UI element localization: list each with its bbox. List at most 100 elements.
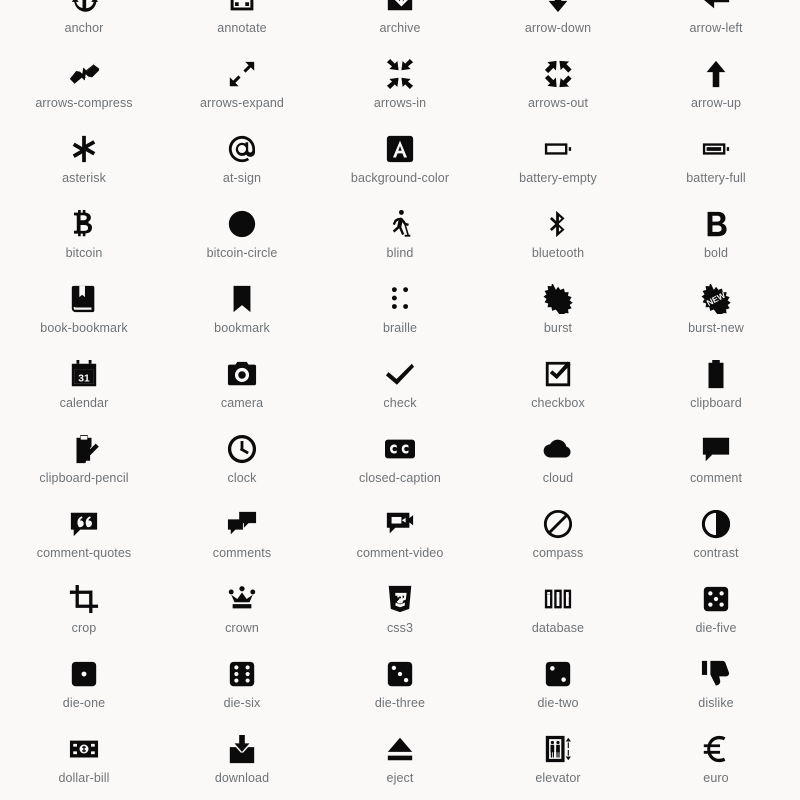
check-icon[interactable] [380,356,420,392]
icon-cell[interactable]: bookmark [163,273,321,348]
icon-cell[interactable]: download [163,723,321,798]
icon-cell[interactable]: 31 calendar [5,348,163,423]
arrows-expand-icon[interactable] [222,56,262,92]
icon-cell[interactable]: die-three [321,648,479,723]
arrow-left-icon[interactable] [696,0,736,17]
comments-icon[interactable] [222,506,262,542]
icon-cell[interactable]: bitcoin [5,198,163,273]
icon-cell[interactable]: battery-empty [479,123,637,198]
icon-cell[interactable]: clipboard-pencil [5,423,163,498]
battery-full-icon[interactable] [696,131,736,167]
icon-cell[interactable]: clipboard [637,348,795,423]
annotate-icon[interactable] [222,0,262,17]
blind-icon[interactable] [380,206,420,242]
battery-empty-icon[interactable] [538,131,578,167]
icon-cell[interactable]: die-six [163,648,321,723]
comment-video-icon[interactable] [380,506,420,542]
icon-cell[interactable]: comments [163,498,321,573]
icon-cell[interactable]: at-sign [163,123,321,198]
icon-cell[interactable]: braille [321,273,479,348]
icon-cell[interactable]: comment-quotes [5,498,163,573]
bitcoin-circle-icon[interactable] [222,206,262,242]
background-color-icon[interactable] [380,131,420,167]
icon-cell[interactable]: database [479,573,637,648]
icon-cell[interactable]: 3 css3 [321,573,479,648]
icon-cell[interactable]: arrow-up [637,48,795,123]
die-five-icon[interactable] [696,581,736,617]
cloud-icon[interactable] [538,431,578,467]
icon-cell[interactable]: closed-caption [321,423,479,498]
die-three-icon[interactable] [380,656,420,692]
icon-cell[interactable]: comment-video [321,498,479,573]
elevator-icon[interactable] [538,731,578,767]
icon-cell[interactable]: book-bookmark [5,273,163,348]
icon-cell[interactable]: die-one [5,648,163,723]
icon-cell[interactable]: eject [321,723,479,798]
arrow-up-icon[interactable] [696,56,736,92]
icon-cell[interactable]: camera [163,348,321,423]
icon-cell[interactable]: battery-full [637,123,795,198]
icon-cell[interactable]: die-two [479,648,637,723]
crop-icon[interactable] [64,581,104,617]
icon-cell[interactable]: NEW burst-new [637,273,795,348]
burst-icon[interactable] [538,281,578,317]
comment-icon[interactable] [696,431,736,467]
icon-cell[interactable]: bluetooth [479,198,637,273]
icon-cell[interactable]: arrow-left [637,0,795,48]
anchor-icon[interactable] [64,0,104,17]
icon-cell[interactable]: euro [637,723,795,798]
die-six-icon[interactable] [222,656,262,692]
bookmark-icon[interactable] [222,281,262,317]
icon-cell[interactable]: annotate [163,0,321,48]
arrows-in-icon[interactable] [380,56,420,92]
bold-icon[interactable] [696,206,736,242]
icon-cell[interactable]: arrow-down [479,0,637,48]
archive-icon[interactable] [380,0,420,17]
download-icon[interactable] [222,731,262,767]
icon-cell[interactable]: check [321,348,479,423]
icon-cell[interactable]: clock [163,423,321,498]
icon-cell[interactable]: cloud [479,423,637,498]
icon-cell[interactable]: bitcoin-circle [163,198,321,273]
die-one-icon[interactable] [64,656,104,692]
bitcoin-icon[interactable] [64,206,104,242]
contrast-icon[interactable] [696,506,736,542]
icon-cell[interactable]: die-five [637,573,795,648]
bluetooth-icon[interactable] [538,206,578,242]
euro-icon[interactable] [696,731,736,767]
icon-cell[interactable]: compass [479,498,637,573]
arrows-compress-icon[interactable] [64,56,104,92]
icon-cell[interactable]: arrows-expand [163,48,321,123]
icon-cell[interactable]: archive [321,0,479,48]
icon-cell[interactable]: asterisk [5,123,163,198]
icon-cell[interactable]: elevator [479,723,637,798]
camera-icon[interactable] [222,356,262,392]
icon-cell[interactable]: arrows-out [479,48,637,123]
dollar-bill-icon[interactable] [64,731,104,767]
icon-cell[interactable]: blind [321,198,479,273]
arrows-out-icon[interactable] [538,56,578,92]
clipboard-icon[interactable] [696,356,736,392]
arrow-down-icon[interactable] [538,0,578,17]
eject-icon[interactable] [380,731,420,767]
css3-icon[interactable]: 3 [380,581,420,617]
compass-icon[interactable] [538,506,578,542]
closed-caption-icon[interactable] [380,431,420,467]
icon-cell[interactable]: crop [5,573,163,648]
calendar-icon[interactable]: 31 [64,356,104,392]
braille-icon[interactable] [380,281,420,317]
icon-cell[interactable]: bold [637,198,795,273]
clock-icon[interactable] [222,431,262,467]
icon-cell[interactable]: arrows-in [321,48,479,123]
die-two-icon[interactable] [538,656,578,692]
icon-cell[interactable]: contrast [637,498,795,573]
dislike-icon[interactable] [696,656,736,692]
crown-icon[interactable] [222,581,262,617]
icon-cell[interactable]: dislike [637,648,795,723]
icon-cell[interactable]: arrows-compress [5,48,163,123]
database-icon[interactable] [538,581,578,617]
comment-quotes-icon[interactable] [64,506,104,542]
at-sign-icon[interactable] [222,131,262,167]
icon-cell[interactable]: dollar-bill [5,723,163,798]
icon-cell[interactable]: crown [163,573,321,648]
